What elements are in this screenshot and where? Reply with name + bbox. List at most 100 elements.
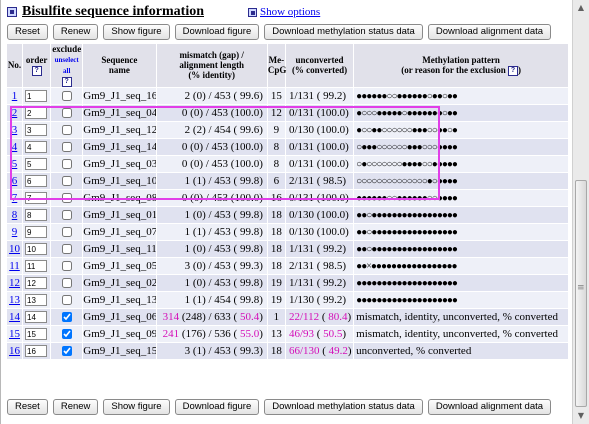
row-number-link[interactable]: 13: [9, 294, 20, 306]
order-input[interactable]: [25, 90, 48, 103]
exclude-checkbox[interactable]: [61, 91, 72, 102]
converted-warning: 50.5: [320, 327, 343, 340]
scroll-down-icon[interactable]: ▼: [573, 408, 589, 424]
mecpg-cell: 1: [267, 308, 285, 325]
mecpg-cell: 8: [267, 155, 285, 172]
row-number-link[interactable]: 4: [12, 141, 18, 153]
order-input[interactable]: [25, 107, 48, 120]
methylation-pattern: ●○○●●○○○○○○●●●○○●●○●: [356, 124, 458, 136]
row-number-link[interactable]: 9: [12, 226, 18, 238]
exclude-checkbox[interactable]: [61, 125, 72, 136]
order-cell: [23, 121, 51, 138]
sequence-name-cell: Gm9_J1_seq_11: [83, 240, 156, 257]
row-number-link[interactable]: 6: [12, 175, 18, 187]
order-cell: [23, 223, 51, 240]
order-input[interactable]: [25, 243, 48, 256]
order-input[interactable]: [25, 277, 48, 290]
exclude-checkbox[interactable]: [61, 227, 72, 238]
methylation-pattern: ●●●●●●●●●●●●●●●●●●●●: [356, 294, 458, 306]
show-figure-button[interactable]: Show figure: [103, 399, 170, 415]
order-input[interactable]: [25, 226, 48, 239]
table-row: 11 Gm9_J1_seq_05 3 (0) / 453 ( 99.3) 182/13…: [7, 257, 568, 274]
row-number-link[interactable]: 2: [12, 107, 18, 119]
download-methylation-button[interactable]: Download methylation status data: [264, 24, 423, 40]
exclude-cell: [51, 121, 83, 138]
order-input[interactable]: [25, 209, 48, 222]
order-input[interactable]: [25, 311, 48, 324]
row-number-link[interactable]: 14: [9, 311, 20, 323]
exclude-checkbox[interactable]: [61, 108, 72, 119]
reset-button[interactable]: Reset: [7, 399, 48, 415]
show-figure-button[interactable]: Show figure: [103, 24, 170, 40]
panel-toggle-icon[interactable]: [7, 7, 17, 17]
table-row: 2 Gm9_J1_seq_04 0 (0) / 453 (100.0) 120/131…: [7, 104, 568, 121]
show-options-label[interactable]: Show options: [260, 6, 320, 18]
exclude-cell: [51, 291, 83, 308]
renew-button[interactable]: Renew: [52, 399, 99, 415]
row-number-link[interactable]: 7: [12, 192, 18, 204]
exclude-checkbox[interactable]: [61, 142, 72, 153]
table-row: 5 Gm9_J1_seq_03 0 (0) / 453 (100.0) 80/131 …: [7, 155, 568, 172]
download-alignment-button[interactable]: Download alignment data: [427, 24, 552, 40]
vertical-scrollbar[interactable]: ▲ ▼: [572, 0, 589, 424]
reset-button[interactable]: Reset: [7, 24, 48, 40]
row-number-link[interactable]: 16: [9, 345, 20, 357]
download-figure-button[interactable]: Download figure: [174, 399, 260, 415]
row-number-link[interactable]: 3: [12, 124, 18, 136]
exclude-checkbox[interactable]: [61, 346, 72, 357]
sequence-table: No. order? exclude unselect all? Sequence…: [6, 43, 569, 360]
help-icon[interactable]: ?: [507, 65, 518, 76]
order-input[interactable]: [25, 294, 48, 307]
order-input[interactable]: [25, 328, 48, 341]
download-figure-button[interactable]: Download figure: [174, 24, 260, 40]
row-number-link[interactable]: 8: [12, 209, 18, 221]
order-input[interactable]: [25, 192, 48, 205]
scroll-thumb[interactable]: [575, 180, 587, 407]
exclude-checkbox[interactable]: [61, 295, 72, 306]
help-icon[interactable]: ?: [31, 65, 42, 76]
order-input[interactable]: [25, 124, 48, 137]
order-input[interactable]: [25, 141, 48, 154]
renew-button[interactable]: Renew: [52, 24, 99, 40]
mecpg-cell: 8: [267, 138, 285, 155]
order-cell: [23, 274, 51, 291]
mecpg-cell: 18: [267, 206, 285, 223]
order-input[interactable]: [25, 175, 48, 188]
help-icon[interactable]: ?: [61, 76, 72, 87]
order-input[interactable]: [25, 345, 48, 358]
scroll-up-icon[interactable]: ▲: [573, 0, 589, 16]
unselect-all-link[interactable]: unselect all: [55, 56, 79, 75]
exclude-checkbox[interactable]: [61, 176, 72, 187]
row-number-link[interactable]: 10: [9, 243, 20, 255]
row-number-link[interactable]: 15: [9, 328, 20, 340]
row-number-link[interactable]: 11: [9, 260, 20, 272]
exclude-checkbox[interactable]: [61, 278, 72, 289]
row-number-cell: 7: [7, 189, 23, 206]
col-sequence-name: Sequence name: [83, 44, 156, 87]
order-input[interactable]: [25, 260, 48, 273]
exclude-checkbox[interactable]: [61, 329, 72, 340]
row-number-link[interactable]: 12: [9, 277, 20, 289]
exclude-checkbox[interactable]: [61, 261, 72, 272]
converted-warning: 49.2: [325, 344, 348, 357]
exclude-checkbox[interactable]: [61, 159, 72, 170]
row-number-link[interactable]: 1: [12, 90, 18, 102]
methylation-pattern: ○●●●○○○○○○●●●○○○●●●●: [356, 141, 458, 153]
exclude-checkbox[interactable]: [61, 210, 72, 221]
unconverted-cell: 1/131 ( 99.2): [285, 87, 354, 104]
methylation-pattern-cell: ●●○●●●●●●●●●●●●●●●●●: [354, 206, 568, 223]
unconverted-value: 0/131 (100.0): [288, 140, 349, 153]
row-number-cell: 9: [7, 223, 23, 240]
download-alignment-button[interactable]: Download alignment data: [427, 399, 552, 415]
unconverted-value: 0/131 (100.0): [288, 106, 349, 119]
mismatch-cell: 0 (0) / 453 (100.0): [156, 155, 267, 172]
exclude-checkbox[interactable]: [61, 244, 72, 255]
order-input[interactable]: [25, 158, 48, 171]
show-options-link[interactable]: Show options: [248, 6, 320, 18]
mecpg-cell: 18: [267, 257, 285, 274]
exclude-checkbox[interactable]: [61, 193, 72, 204]
download-methylation-button[interactable]: Download methylation status data: [264, 399, 423, 415]
exclude-checkbox[interactable]: [61, 312, 72, 323]
unconverted-cell: 66/130 ( 49.2): [285, 342, 354, 359]
row-number-link[interactable]: 5: [12, 158, 18, 170]
